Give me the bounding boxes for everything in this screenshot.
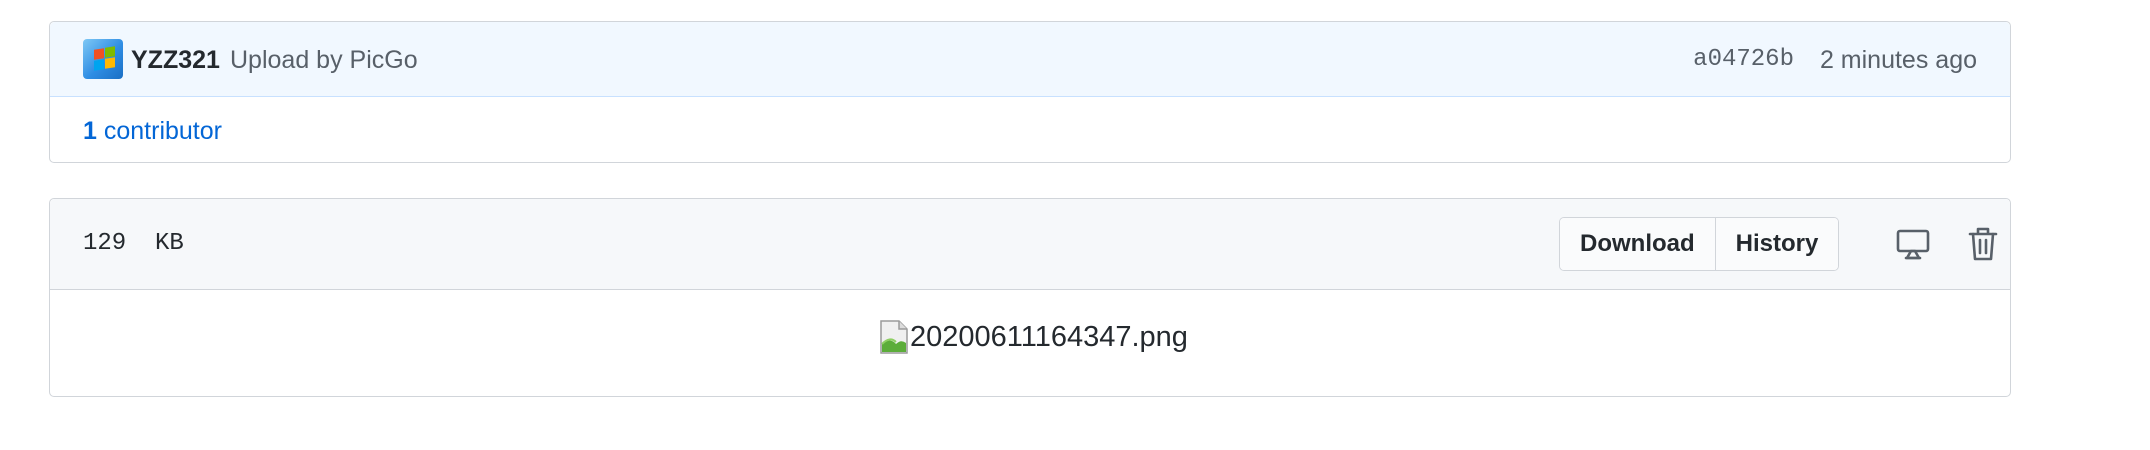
history-button[interactable]: History	[1714, 218, 1839, 270]
commit-message-link[interactable]: Upload by PicGo	[230, 45, 418, 75]
broken-image: 20200611164347.png	[880, 320, 1188, 354]
trash-icon[interactable]	[1963, 224, 2003, 264]
commit-author-link[interactable]: YZZ321	[131, 45, 220, 75]
image-viewer: 20200611164347.png	[50, 290, 2010, 396]
contributors-link[interactable]: 1 contributor	[83, 116, 222, 146]
contributor-label: contributor	[103, 117, 222, 145]
broken-image-icon	[880, 320, 908, 354]
download-button[interactable]: Download	[1560, 218, 1715, 270]
commit-sha-link[interactable]: a04726b	[1693, 45, 1794, 75]
file-header: 129 KB Download History	[50, 199, 2010, 290]
avatar[interactable]	[83, 39, 123, 79]
file-size: 129 KB	[83, 230, 184, 257]
contributor-count: 1	[83, 117, 97, 145]
image-alt-text: 20200611164347.png	[910, 321, 1188, 353]
file-action-button-group: Download History	[1559, 217, 1840, 271]
desktop-display-icon[interactable]	[1893, 224, 1933, 264]
latest-commit-box: YZZ321 Upload by PicGo a04726b 2 minutes…	[49, 21, 2011, 163]
commit-header: YZZ321 Upload by PicGo a04726b 2 minutes…	[50, 22, 2010, 97]
commit-time: 2 minutes ago	[1819, 46, 1977, 74]
file-viewer-box: 129 KB Download History 20200611164347.p…	[49, 198, 2011, 397]
